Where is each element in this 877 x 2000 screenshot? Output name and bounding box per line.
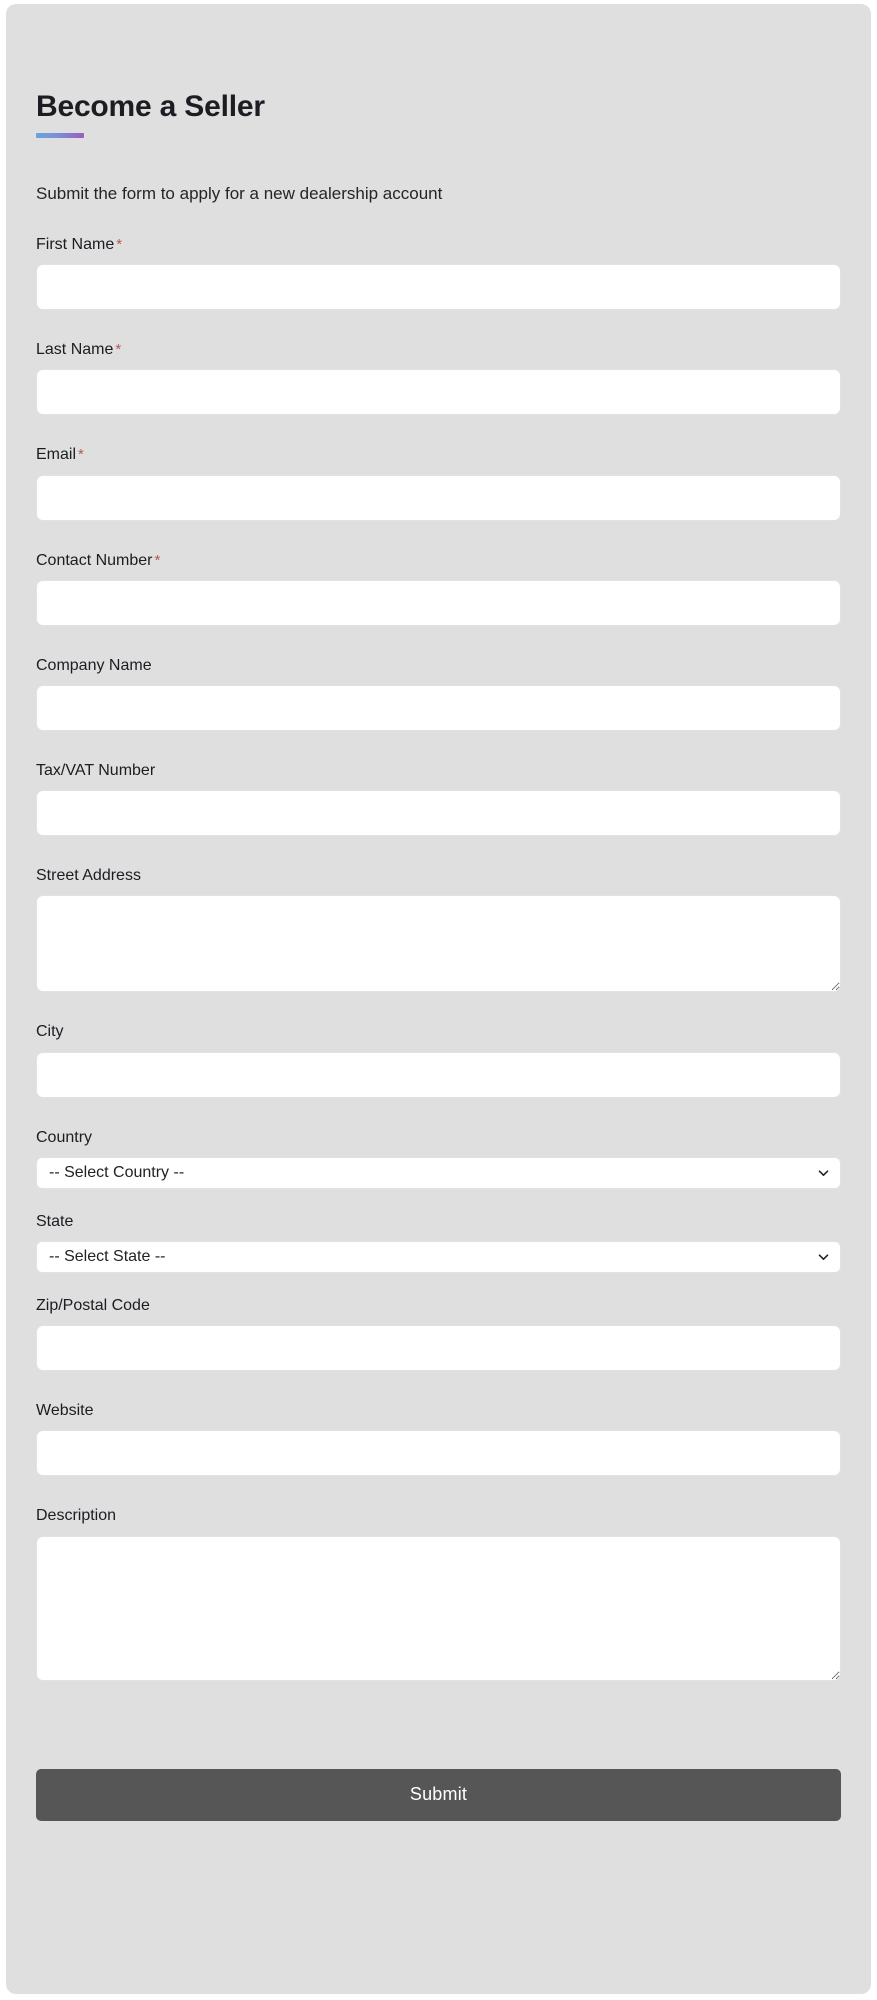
page-title: Become a Seller <box>36 90 265 123</box>
field-city: City <box>36 1022 841 1098</box>
label-contact-number-text: Contact Number <box>36 551 153 569</box>
input-zip-postal-code[interactable] <box>36 1325 841 1372</box>
field-email: Email * <box>36 445 841 521</box>
required-marker-last-name: * <box>115 341 122 359</box>
input-email[interactable] <box>36 474 841 521</box>
required-marker-email: * <box>78 446 84 464</box>
field-contact-number: Contact Number * <box>36 551 841 626</box>
field-country: Country -- Select Country -- <box>36 1128 841 1189</box>
field-zip-postal-code: Zip/Postal Code <box>36 1296 841 1372</box>
label-email: Email * <box>36 445 841 474</box>
label-description: Description <box>36 1507 117 1525</box>
label-tax-vat-number: Tax/VAT Number <box>36 762 156 780</box>
input-first-name[interactable] <box>36 264 841 311</box>
label-state: State <box>36 1212 74 1230</box>
input-company-name[interactable] <box>36 685 841 732</box>
select-wrap-country: -- Select Country -- <box>36 1156 841 1189</box>
input-website[interactable] <box>36 1430 841 1477</box>
seller-application-form: First Name * Last Name * Email * Contact… <box>36 205 841 1821</box>
label-city: City <box>36 1023 64 1041</box>
label-country: Country <box>36 1128 93 1146</box>
required-marker-contact-number: * <box>154 551 161 569</box>
required-marker-first-name: * <box>116 236 123 254</box>
page-shell: Become a Seller Submit the form to apply… <box>0 0 877 2000</box>
page-subtitle: Submit the form to apply for a new deale… <box>36 184 443 203</box>
label-street-address: Street Address <box>36 867 141 885</box>
select-country[interactable]: -- Select Country -- <box>36 1156 841 1189</box>
submit-row: Submit <box>36 1711 841 1821</box>
field-tax-vat-number: Tax/VAT Number <box>36 761 841 837</box>
field-company-name: Company Name <box>36 656 841 732</box>
input-city[interactable] <box>36 1051 841 1098</box>
field-first-name: First Name * <box>36 235 841 311</box>
label-first-name: First Name * <box>36 235 841 264</box>
content-card: Become a Seller Submit the form to apply… <box>6 4 871 1994</box>
label-last-name-text: Last Name <box>36 341 114 359</box>
input-street-address[interactable] <box>36 895 841 993</box>
label-contact-number: Contact Number * <box>36 551 841 580</box>
input-tax-vat-number[interactable] <box>36 790 841 837</box>
field-description: Description <box>36 1506 841 1681</box>
submit-button[interactable]: Submit <box>36 1768 841 1821</box>
input-contact-number[interactable] <box>36 579 841 626</box>
input-last-name[interactable] <box>36 369 841 416</box>
page-header: Become a Seller Submit the form to apply… <box>36 4 841 205</box>
field-website: Website <box>36 1401 841 1477</box>
label-last-name: Last Name * <box>36 340 841 369</box>
label-company-name: Company Name <box>36 656 152 674</box>
field-street-address: Street Address <box>36 866 841 993</box>
label-email-text: Email <box>36 446 77 464</box>
field-last-name: Last Name * <box>36 340 841 416</box>
select-wrap-state: -- Select State -- <box>36 1240 841 1273</box>
input-description[interactable] <box>36 1535 841 1681</box>
label-first-name-text: First Name <box>36 236 115 254</box>
field-state: State -- Select State -- <box>36 1212 841 1273</box>
label-website: Website <box>36 1402 94 1420</box>
label-zip-postal-code: Zip/Postal Code <box>36 1296 150 1314</box>
select-state[interactable]: -- Select State -- <box>36 1240 841 1273</box>
